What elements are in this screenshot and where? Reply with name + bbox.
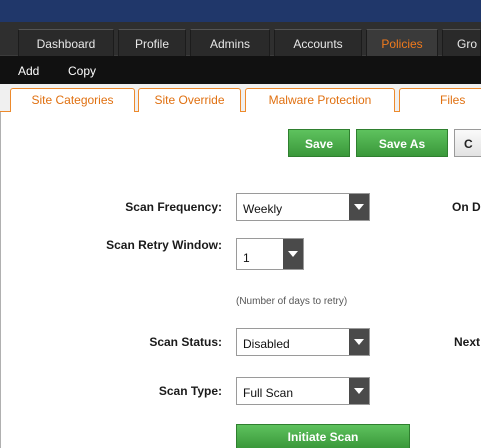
scan-type-select[interactable]: Full Scan (236, 377, 370, 405)
scan-type-value: Full Scan (243, 386, 294, 400)
scan-retry-window-value: 1 (243, 251, 250, 265)
tab-files[interactable]: Files (399, 88, 481, 112)
tab-malware-protection[interactable]: Malware Protection (245, 88, 395, 112)
save-as-button[interactable]: Save As (356, 129, 448, 157)
nav-item-admins[interactable]: Admins (190, 29, 270, 56)
main-nav: Dashboard Profile Admins Accounts Polici… (0, 22, 481, 56)
cancel-button-label: C (464, 137, 473, 151)
on-day-label: On D (452, 200, 481, 214)
top-strip (0, 0, 481, 22)
chevron-down-icon[interactable] (349, 378, 369, 404)
chevron-down-icon[interactable] (283, 239, 303, 269)
scan-retry-window-select[interactable]: 1 (236, 238, 304, 270)
sub-nav: Add Copy (0, 56, 481, 84)
cancel-button[interactable]: C (454, 129, 481, 157)
save-as-button-label: Save As (378, 137, 426, 151)
content-border (0, 112, 1, 448)
nav-item-label: Dashboard (36, 37, 96, 51)
copy-link[interactable]: Copy (68, 64, 96, 78)
scan-status-value: Disabled (243, 337, 290, 351)
tab-label: Site Override (154, 93, 225, 107)
save-button-label: Save (304, 137, 334, 151)
scan-status-label: Scan Status: (149, 335, 222, 349)
scan-frequency-select[interactable]: Weekly (236, 193, 370, 221)
tab-label: Site Categories (31, 93, 114, 107)
scan-status-select[interactable]: Disabled (236, 328, 370, 356)
nav-item-label: Profile (134, 37, 169, 51)
tab-strip: Site Categories Site Override Malware Pr… (0, 84, 481, 112)
nav-item-profile[interactable]: Profile (118, 29, 186, 56)
scan-type-label: Scan Type: (158, 384, 222, 398)
scan-frequency-label: Scan Frequency: (125, 200, 222, 214)
scan-retry-window-label: Scan Retry Window: (106, 238, 222, 252)
nav-item-label: Gro (457, 37, 478, 51)
add-link[interactable]: Add (18, 64, 39, 78)
nav-item-label: Admins (209, 37, 250, 51)
tab-site-override[interactable]: Site Override (138, 88, 241, 112)
initiate-scan-button[interactable]: Initiate Scan (236, 424, 410, 448)
nav-item-policies[interactable]: Policies (366, 29, 438, 56)
chevron-down-icon[interactable] (349, 329, 369, 355)
chevron-down-icon[interactable] (349, 194, 369, 220)
tab-site-categories[interactable]: Site Categories (10, 88, 135, 112)
next-scan-label: Next (454, 335, 481, 349)
nav-item-accounts[interactable]: Accounts (274, 29, 362, 56)
save-button[interactable]: Save (288, 129, 350, 157)
tab-label: Files (440, 93, 466, 107)
nav-item-label: Policies (381, 37, 423, 51)
retry-window-hint: (Number of days to retry) (236, 296, 348, 307)
tab-label: Malware Protection (268, 93, 372, 107)
initiate-scan-label: Initiate Scan (287, 430, 359, 444)
scan-frequency-value: Weekly (243, 202, 283, 216)
nav-item-groups[interactable]: Gro (442, 29, 481, 56)
nav-item-dashboard[interactable]: Dashboard (18, 29, 114, 56)
nav-item-label: Accounts (293, 37, 343, 51)
